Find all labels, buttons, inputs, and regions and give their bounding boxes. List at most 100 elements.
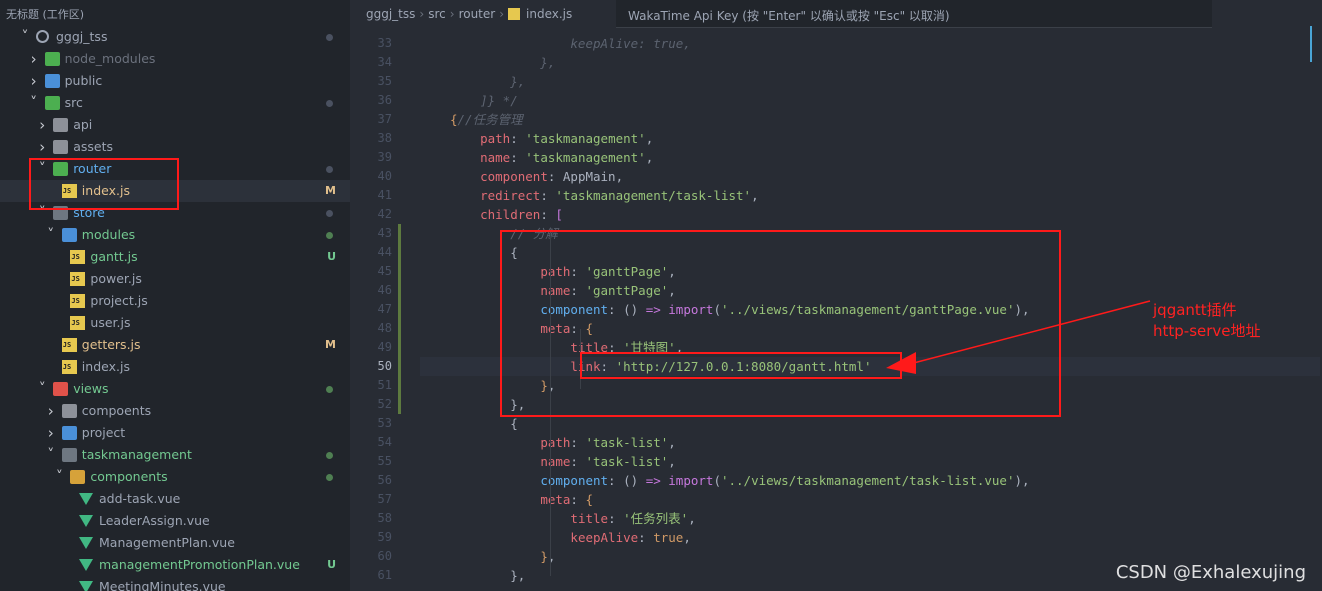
- code-line[interactable]: ]} */: [420, 91, 1320, 110]
- breadcrumb: gggj_tss › src › router › index.js: [366, 7, 572, 21]
- code-token: :: [638, 530, 654, 545]
- chevron-down-icon[interactable]: ˅: [36, 378, 48, 400]
- tree-item[interactable]: add-task.vue: [0, 488, 350, 510]
- line-number: 42: [377, 207, 392, 221]
- code-editor: 33 34 35 36 37 38 39 40 41 42 43 44 45 46 47 48 49 50 51 52…: [350, 0, 1322, 591]
- breadcrumb-item[interactable]: src: [428, 7, 446, 21]
- annotation-label: jqgantt插件 http-serve地址: [1153, 300, 1261, 342]
- command-input[interactable]: WakaTime Api Key (按 "Enter" 以确认或按 "Esc" …: [616, 0, 1212, 28]
- chevron-right-icon[interactable]: ›: [28, 48, 40, 70]
- breadcrumb-item[interactable]: gggj_tss: [366, 7, 415, 21]
- chevron-down-icon[interactable]: ˅: [19, 26, 31, 48]
- tree-item[interactable]: gantt.js U: [0, 246, 350, 268]
- editor-topbar: gggj_tss › src › router › index.js WakaTime Ap…: [350, 0, 1322, 28]
- code-line[interactable]: },: [420, 72, 1320, 91]
- chevron-down-icon[interactable]: ˅: [45, 224, 57, 246]
- tree-item[interactable]: › public: [0, 70, 350, 92]
- code-token: ,: [645, 131, 654, 146]
- code-line[interactable]: redirect: 'taskmanagement/task-list',: [420, 186, 1320, 205]
- tree-item[interactable]: ˅ gggj_tss: [0, 26, 350, 48]
- breadcrumb-item[interactable]: index.js: [526, 7, 572, 21]
- git-status-dot: [326, 232, 333, 239]
- code-line[interactable]: name: 'task-list',: [420, 452, 1320, 471]
- line-number: 46: [377, 283, 392, 297]
- tree-item[interactable]: index.js: [0, 356, 350, 378]
- chevron-down-icon[interactable]: ˅: [28, 92, 40, 114]
- tree-item[interactable]: › project: [0, 422, 350, 444]
- chevron-right-icon[interactable]: ›: [45, 400, 57, 422]
- code-line[interactable]: name: 'taskmanagement',: [420, 148, 1320, 167]
- scrollbar-marker[interactable]: [1310, 26, 1312, 62]
- line-number: 53: [377, 416, 392, 430]
- tree-item-label: ManagementPlan.vue: [99, 535, 235, 550]
- tree-item-label: views: [73, 381, 109, 396]
- code-token: :: [570, 454, 586, 469]
- tree-item[interactable]: ˅ views: [0, 378, 350, 400]
- code-token: ]} */: [450, 93, 518, 108]
- tree-item[interactable]: ˅ src: [0, 92, 350, 114]
- code-token: : (): [608, 473, 646, 488]
- chevron-down-icon[interactable]: ˅: [45, 444, 57, 466]
- code-token: },: [450, 55, 556, 70]
- line-number: 48: [377, 321, 392, 335]
- tree-item[interactable]: › api: [0, 114, 350, 136]
- code-line[interactable]: path: 'taskmanagement',: [420, 129, 1320, 148]
- code-line[interactable]: },: [420, 53, 1320, 72]
- code-line[interactable]: path: 'task-list',: [420, 433, 1320, 452]
- tree-item[interactable]: power.js: [0, 268, 350, 290]
- tree-item-label: add-task.vue: [99, 491, 181, 506]
- tree-item[interactable]: › node_modules: [0, 48, 350, 70]
- code-token: children: [480, 207, 541, 222]
- js-file-icon: [70, 294, 86, 308]
- tree-item-label: components: [90, 469, 168, 484]
- code-line[interactable]: {//任务管理: [420, 110, 1320, 129]
- code-token: keepAlive: [570, 530, 639, 545]
- tree-item-label: gggj_tss: [56, 29, 108, 44]
- tree-item-label: modules: [81, 227, 136, 242]
- code-line[interactable]: component: AppMain,: [420, 167, 1320, 186]
- chevron-right-icon[interactable]: ›: [36, 136, 48, 158]
- code-token: {: [450, 416, 518, 431]
- annotation-line-1: jqgantt插件: [1153, 301, 1237, 319]
- line-number: 51: [377, 378, 392, 392]
- code-line[interactable]: children: [: [420, 205, 1320, 224]
- line-number: 39: [377, 150, 392, 164]
- folder-icon: [61, 404, 77, 418]
- tree-item[interactable]: managementPromotionPlan.vue U: [0, 554, 350, 576]
- tree-item[interactable]: › assets: [0, 136, 350, 158]
- code-line[interactable]: meta: {: [420, 490, 1320, 509]
- breadcrumb-item[interactable]: router: [459, 7, 496, 21]
- tree-item[interactable]: user.js: [0, 312, 350, 334]
- chevron-right-icon[interactable]: ›: [45, 422, 57, 444]
- code-line[interactable]: keepAlive: true,: [420, 34, 1320, 53]
- code-token: :: [540, 207, 556, 222]
- code-token: 'taskmanagement': [525, 150, 646, 165]
- tree-item-label: api: [73, 117, 93, 132]
- gantt-route-highlight-box: [500, 230, 1061, 417]
- vue-file-icon: [79, 559, 93, 571]
- folder-open-icon: [44, 96, 60, 110]
- annotation-line-2: http-serve地址: [1153, 322, 1261, 340]
- folder-icon: [44, 74, 60, 88]
- tree-item[interactable]: getters.js M: [0, 334, 350, 356]
- tree-item[interactable]: ˅ components: [0, 466, 350, 488]
- chevron-right-icon[interactable]: ›: [28, 70, 40, 92]
- code-line[interactable]: component: () => import('../views/taskma…: [420, 471, 1320, 490]
- line-number: 35: [377, 74, 392, 88]
- tree-item[interactable]: ˅ modules: [0, 224, 350, 246]
- chevron-down-icon[interactable]: ˅: [53, 466, 65, 488]
- code-token: =>: [645, 473, 661, 488]
- tree-item[interactable]: ˅ taskmanagement: [0, 444, 350, 466]
- tree-item[interactable]: › compoents: [0, 400, 350, 422]
- tree-item[interactable]: LeaderAssign.vue: [0, 510, 350, 532]
- vue-file-icon: [79, 515, 93, 527]
- tree-item[interactable]: MeetingMinutes.vue: [0, 576, 350, 591]
- code-line[interactable]: keepAlive: true,: [420, 528, 1320, 547]
- chevron-right-icon[interactable]: ›: [36, 114, 48, 136]
- code-line[interactable]: title: '任务列表',: [420, 509, 1320, 528]
- tree-item[interactable]: project.js: [0, 290, 350, 312]
- tree-item[interactable]: ManagementPlan.vue: [0, 532, 350, 554]
